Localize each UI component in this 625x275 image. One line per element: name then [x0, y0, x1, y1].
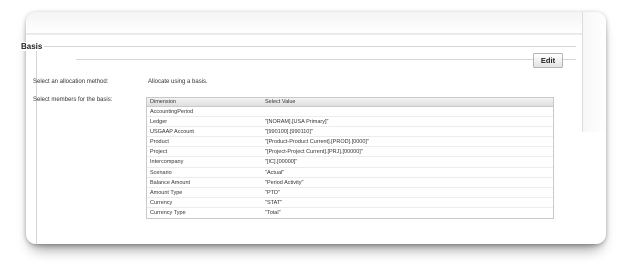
table-row[interactable]: Currency "STAT" [147, 198, 553, 208]
table-row[interactable]: Ledger "[NORAM].[USA Primary]" [147, 117, 553, 128]
table-row[interactable]: Currency Type "Total" [147, 208, 553, 218]
panel-divider [26, 34, 606, 35]
dimension-cell: Balance Amount [150, 179, 191, 186]
column-header-dimension[interactable]: Dimension [147, 98, 262, 106]
dimension-cell: Currency [150, 199, 173, 206]
select-value-cell[interactable]: "[IC].[00000]" [262, 157, 297, 166]
basis-legend: Basis [19, 42, 45, 51]
panel-right-accent [582, 12, 606, 132]
edit-button[interactable]: Edit [533, 53, 563, 68]
dimension-cell: Product [150, 139, 169, 146]
basis-members-label: Select members for the basis: [33, 97, 113, 103]
table-row[interactable]: Project "[Project-Project Current].[PRJ].… [147, 147, 553, 158]
select-value-cell[interactable]: "Actual" [262, 168, 284, 177]
select-value-cell[interactable]: "Period Activity" [262, 178, 303, 187]
table-row[interactable]: USGAAP Account "[990100].[990110]" [147, 127, 553, 138]
dimension-cell: Ledger [150, 119, 168, 126]
dimension-cell: Amount Type [150, 189, 183, 196]
dimension-cell: Scenario [150, 169, 172, 176]
dimension-cell: Project [150, 149, 168, 156]
table-row[interactable]: Balance Amount "Period Activity" [147, 178, 553, 188]
select-value-cell[interactable]: "Total" [262, 208, 281, 218]
panel-top-band [26, 12, 606, 34]
fieldset-top-border [76, 59, 576, 60]
allocation-method-value: Allocate using a basis. [148, 79, 208, 85]
select-value-cell[interactable]: "[Project-Project Current].[PRJ].[00000]… [262, 147, 363, 156]
table-row[interactable]: AccountingPeriod [147, 107, 553, 118]
allocation-method-label: Select an allocation method: [33, 79, 109, 85]
dimension-cell: Currency Type [150, 209, 186, 216]
table-row[interactable]: Product "[Product-Product Current].[PROD]… [147, 137, 553, 148]
basis-members-table: Dimension Select Value AccountingPeriod L… [146, 97, 554, 220]
dimension-cell: USGAAP Account [150, 129, 194, 136]
dimension-cell: AccountingPeriod [150, 109, 194, 115]
select-value-cell[interactable]: "[Product-Product Current].[PROD].[0000]… [262, 137, 369, 146]
table-header: Dimension Select Value [147, 98, 553, 107]
column-header-select-value[interactable]: Select Value [262, 98, 295, 106]
select-value-cell[interactable]: "STAT" [262, 198, 282, 207]
select-value-cell[interactable]: "PTD" [262, 188, 280, 197]
dimension-cell: Intercompany [150, 159, 184, 166]
table-row[interactable]: Scenario "Actual" [147, 168, 553, 178]
select-value-cell[interactable]: "[NORAM].[USA Primary]" [262, 117, 329, 126]
table-row[interactable]: Intercompany "[IC].[00000]" [147, 157, 553, 168]
select-value-cell[interactable]: "[990100].[990110]" [262, 127, 313, 136]
select-value-cell[interactable] [262, 107, 265, 116]
table-row[interactable]: Amount Type "PTD" [147, 188, 553, 198]
